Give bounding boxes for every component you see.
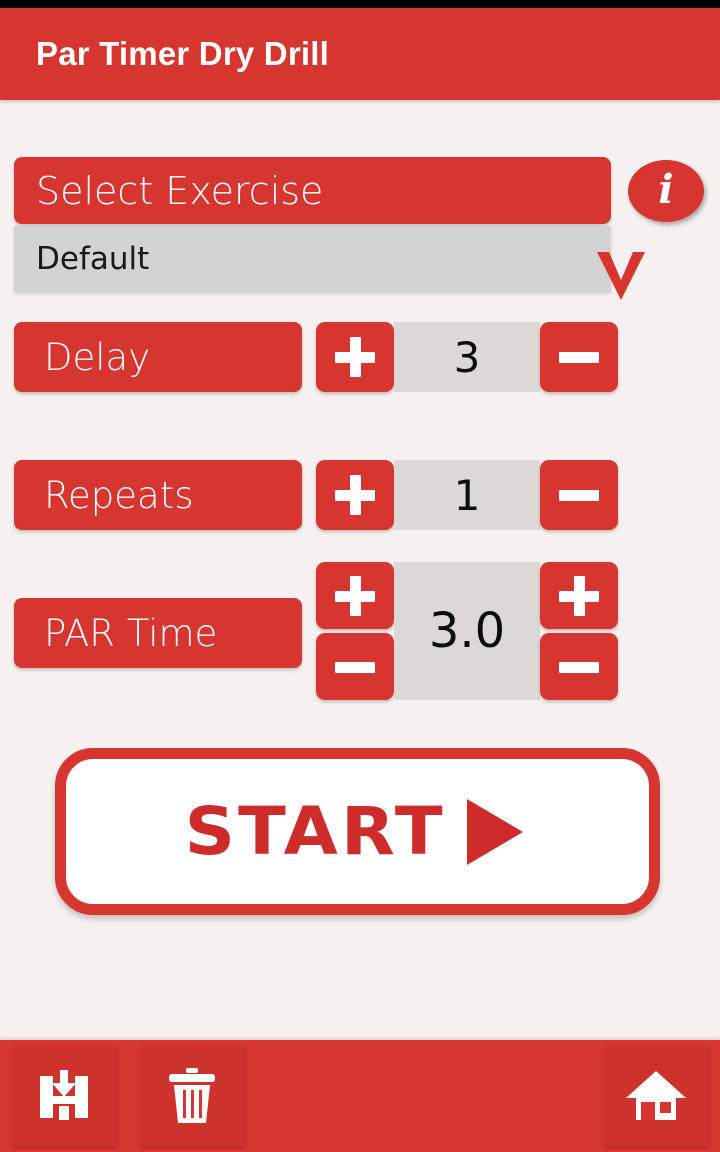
delay-value-box: 3: [394, 322, 540, 392]
status-bar: [0, 0, 720, 8]
exercise-dropdown-value: Default: [36, 241, 150, 277]
repeats-row: Repeats 1: [0, 460, 720, 532]
play-triangle-icon: [466, 798, 523, 865]
delay-label: Delay: [44, 335, 151, 379]
repeats-decrement-button[interactable]: [540, 460, 618, 530]
bottom-toolbar: [0, 1040, 720, 1152]
delete-button[interactable]: [140, 1046, 244, 1146]
info-icon[interactable]: i: [628, 160, 704, 222]
repeats-value: 1: [453, 470, 481, 520]
app-screen: Par Timer Dry Drill Select Exercise i De…: [0, 0, 720, 1152]
trash-icon: [165, 1066, 219, 1126]
save-floppy-icon: [34, 1066, 94, 1126]
info-icon-glyph: i: [658, 166, 674, 213]
page-title: Par Timer Dry Drill: [36, 35, 329, 72]
start-button-label: START: [184, 793, 447, 870]
delay-decrement-button[interactable]: [540, 322, 618, 392]
delay-value: 3: [453, 332, 481, 382]
delay-label-button[interactable]: Delay: [14, 322, 302, 392]
repeats-value-box: 1: [394, 460, 540, 530]
par-time-fine-decrement-button[interactable]: [540, 633, 618, 700]
start-button[interactable]: START: [55, 748, 660, 915]
home-icon: [624, 1068, 688, 1124]
exercise-dropdown[interactable]: Default: [14, 226, 645, 300]
select-exercise-button[interactable]: Select Exercise: [14, 157, 611, 224]
delay-increment-button[interactable]: [316, 322, 394, 392]
repeats-label-button[interactable]: Repeats: [14, 460, 302, 530]
home-button[interactable]: [604, 1046, 708, 1146]
repeats-label: Repeats: [44, 473, 194, 517]
repeats-increment-button[interactable]: [316, 460, 394, 530]
delay-row: Delay 3: [0, 322, 720, 394]
select-exercise-label: Select Exercise: [36, 168, 324, 213]
par-time-value: 3.0: [428, 603, 506, 659]
par-time-coarse-increment-button[interactable]: [316, 562, 394, 629]
app-header: Par Timer Dry Drill: [0, 8, 720, 100]
par-time-coarse-decrement-button[interactable]: [316, 633, 394, 700]
par-time-value-box: 3.0: [394, 562, 540, 700]
par-time-fine-increment-button[interactable]: [540, 562, 618, 629]
par-time-row: PAR Time 3.0: [0, 562, 720, 704]
save-button[interactable]: [12, 1046, 116, 1146]
par-time-label: PAR Time: [44, 611, 218, 655]
par-time-label-button[interactable]: PAR Time: [14, 598, 302, 668]
